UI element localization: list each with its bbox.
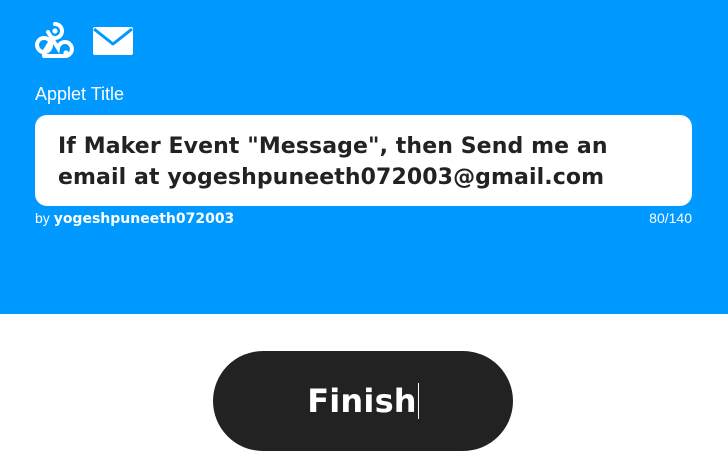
applet-title-text[interactable]: If Maker Event "Message", then Send me a…: [58, 131, 670, 193]
finish-button[interactable]: Finish: [213, 351, 513, 451]
email-icon: [93, 27, 133, 55]
text-caret: [417, 383, 419, 419]
applet-header: Applet Title If Maker Event "Message", t…: [0, 0, 728, 314]
byline-prefix: by: [35, 210, 50, 226]
applet-title-label: Applet Title: [35, 84, 125, 104]
character-counter: 80/140: [649, 210, 692, 226]
applet-title-field[interactable]: If Maker Event "Message", then Send me a…: [35, 115, 692, 206]
author-name: yogeshpuneeth072003: [53, 211, 235, 227]
webhooks-icon: [35, 21, 74, 58]
finish-button-label: Finish: [307, 382, 417, 420]
author-byline: by yogeshpuneeth072003: [35, 210, 234, 227]
